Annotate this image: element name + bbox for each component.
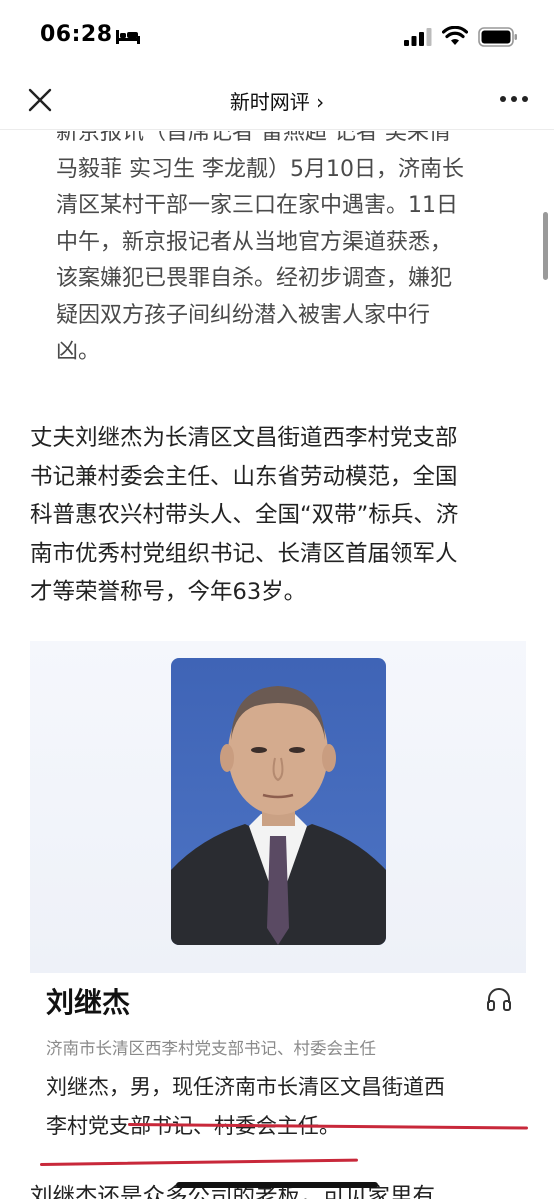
profile-card: 刘继杰 济南市长清区西李村党支部书记、村委会主任 刘继杰，男，现任济南市长清区文… xyxy=(30,973,528,1166)
account-name: 新时网评 xyxy=(229,90,310,114)
paragraph-line: 书记兼村委会主任、山东省劳动模范，全国 xyxy=(30,463,458,490)
quote-line: 该案嫌犯已畏罪自杀。经初步调查，嫌犯 xyxy=(56,266,453,291)
person-title: 济南市长清区西李村党支部书记、村委会主任 xyxy=(46,1039,376,1058)
more-icon[interactable] xyxy=(498,92,530,106)
paragraph-line: 丈夫刘继杰为长清区文昌街道西李村党支部 xyxy=(30,425,458,451)
article-paragraph: 丈夫刘继杰为长清区文昌街道西李村党支部 书记兼村委会主任、山东省劳动模范，全国 … xyxy=(30,419,530,612)
status-time: 06:28 xyxy=(40,22,113,47)
article-body: 新京报讯（首席记者 雷燕超 记者 吴采倩 马毅菲 实习生 李龙靓）5月10日，济… xyxy=(0,131,554,1199)
headphone-icon[interactable] xyxy=(486,986,512,1012)
bed-icon xyxy=(116,30,140,44)
quote-line: 凶。 xyxy=(56,339,101,364)
paragraph-line: 南市优秀村党组织书记、长清区首届领军人 xyxy=(30,540,458,567)
person-name: 刘继杰 xyxy=(46,986,131,1019)
account-name-link[interactable]: 新时网评 › xyxy=(230,90,324,114)
portrait-photo[interactable] xyxy=(171,658,386,945)
battery-icon xyxy=(478,27,517,47)
quote-line: 马毅菲 实习生 李龙靓）5月10日，济南长 xyxy=(56,156,464,182)
status-bar: 06:28 xyxy=(0,0,554,72)
chevron-right-icon: › xyxy=(316,90,325,114)
nav-bar: 新时网评 › xyxy=(0,72,554,130)
bio-line: 刘继杰，男，现任济南市长清区文昌街道西 xyxy=(46,1075,445,1099)
paragraph-line: 科普惠农兴村带头人、全国“双带”标兵、济 xyxy=(30,502,459,528)
quote-line: 新京报讯（首席记者 雷燕超 记者 吴采倩 xyxy=(56,131,451,145)
signal-icon xyxy=(404,28,432,46)
quote-line: 疑因双方孩子间纠纷潜入被害人家中行 xyxy=(56,302,431,328)
wifi-icon xyxy=(442,26,468,45)
home-indicator[interactable] xyxy=(176,1182,378,1188)
article-quote: 新京报讯（首席记者 雷燕超 记者 吴采倩 马毅菲 实习生 李龙靓）5月10日，济… xyxy=(56,131,526,371)
paragraph-line: 才等荣誉称号，今年63岁。 xyxy=(30,579,307,605)
highlight-underline xyxy=(39,1158,358,1166)
quote-line: 中午，新京报记者从当地官方渠道获悉， xyxy=(56,229,453,255)
nav-title: 新时网评 › xyxy=(0,86,554,115)
scrollbar-thumb[interactable] xyxy=(543,212,548,280)
person-bio: 刘继杰，男，现任济南市长清区文昌街道西 李村党支部书记、村委会主任。 xyxy=(46,1068,516,1146)
quote-line: 清区某村干部一家三口在家中遇害。11日 xyxy=(56,193,458,218)
